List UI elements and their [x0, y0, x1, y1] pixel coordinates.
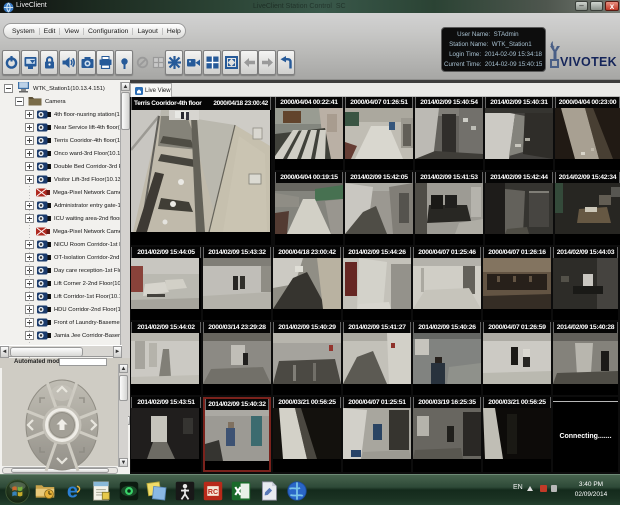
svg-text:e: e [67, 481, 78, 502]
svg-text:RC: RC [208, 489, 218, 496]
svg-text:VIVOTEK: VIVOTEK [560, 55, 617, 69]
